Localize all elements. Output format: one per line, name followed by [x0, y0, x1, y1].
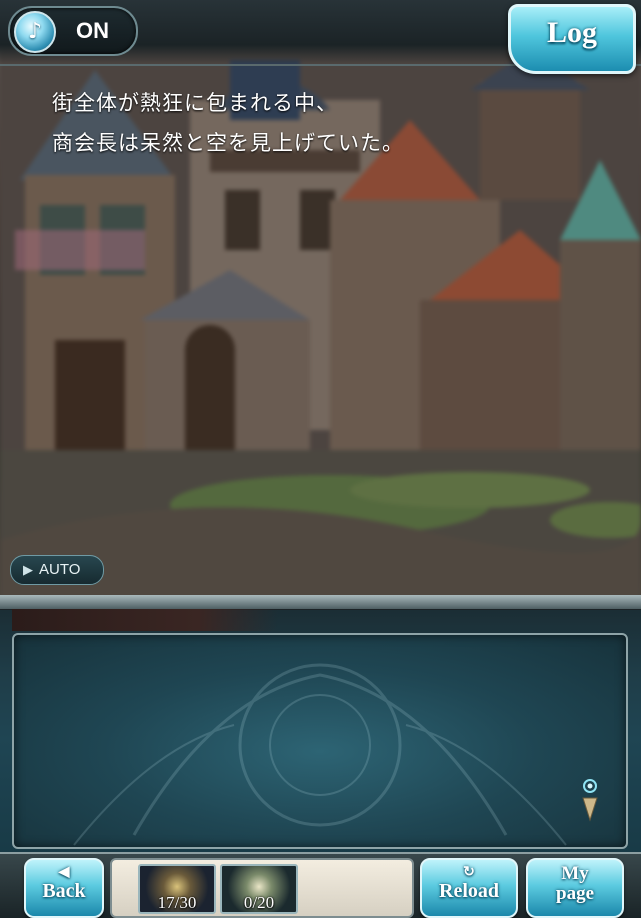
- potion-item-count: 17/30: [157, 893, 197, 912]
- auto-label: AUTO: [39, 561, 81, 578]
- reload-button-label: Reload: [439, 880, 499, 902]
- dialogue-panel: [12, 633, 628, 849]
- bottom-navigation-bar: ◀ Back 17/30 0/20 ↻ Reload My page: [0, 852, 641, 918]
- dialogue-line-2: 商会長は呆然と空を見上げていた。: [52, 131, 404, 155]
- play-triangle-icon: ▶: [23, 562, 33, 577]
- log-button-label: Log: [546, 16, 597, 49]
- reload-button[interactable]: ↻ Reload: [420, 858, 518, 918]
- dialogue-line-1: 街全体が熱狂に包まれる中、: [52, 91, 338, 115]
- top-bar: ♪ ON Log: [0, 0, 641, 74]
- dialogue-box[interactable]: [0, 595, 641, 857]
- dialogue-frame-top: [0, 595, 641, 610]
- back-arrow-icon: ◀: [58, 865, 70, 880]
- reload-icon: ↻: [463, 865, 475, 880]
- music-state-label: ON: [76, 18, 109, 43]
- mypage-label-line1: My: [561, 863, 589, 884]
- mypage-label-line2: page: [556, 883, 594, 904]
- speaker-nameplate: [12, 609, 278, 631]
- elixir-item-count: 0/20: [243, 893, 275, 912]
- music-note-glyph: ♪: [27, 19, 43, 44]
- next-page-icon: [582, 779, 598, 822]
- log-button[interactable]: Log: [508, 4, 636, 74]
- music-toggle-button[interactable]: ♪ ON: [8, 6, 138, 56]
- mypage-button[interactable]: My page: [526, 858, 624, 918]
- back-button-label: Back: [42, 880, 86, 902]
- music-note-icon: ♪: [14, 11, 56, 53]
- back-button[interactable]: ◀ Back: [24, 858, 104, 918]
- elixir-item-icon[interactable]: 0/20: [220, 864, 298, 914]
- auto-button[interactable]: ▶ AUTO: [10, 555, 104, 585]
- potion-item-icon[interactable]: 17/30: [138, 864, 216, 914]
- item-quick-panel: 17/30 0/20: [110, 858, 414, 918]
- dialogue-text: 街全体が熱狂に包まれる中、 商会長は呆然と空を見上げていた。: [52, 83, 404, 163]
- dialogue-ornament: [73, 663, 567, 846]
